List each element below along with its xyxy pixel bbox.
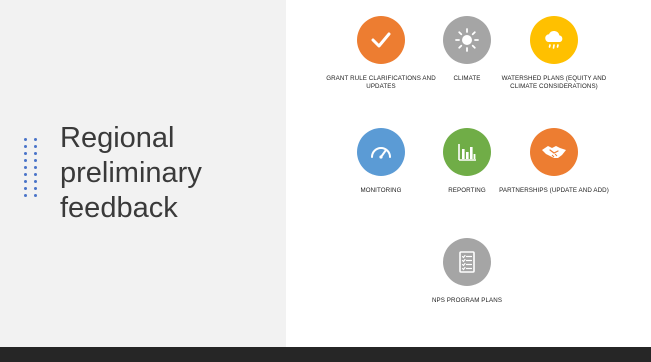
title-panel: Regional preliminary feedback (0, 0, 286, 347)
handshake-icon (530, 128, 578, 176)
slide-title: Regional preliminary feedback (60, 122, 202, 224)
item-watershed-plans: WATERSHED PLANS (EQUITY AND CLIMATE CONS… (494, 16, 614, 91)
item-label: WATERSHED PLANS (EQUITY AND CLIMATE CONS… (501, 75, 607, 90)
item-label: NPS PROGRAM PLANS (431, 297, 503, 304)
gauge-icon (357, 128, 405, 176)
icon-grid-panel: GRANT RULE CLARIFICATIONS AND UPDATES CL… (286, 0, 651, 347)
item-nps-program-plans: NPS PROGRAM PLANS (407, 238, 527, 305)
item-label: PARTNERSHIPS (UPDATE AND ADD) (499, 187, 609, 194)
bar-chart-icon (443, 128, 491, 176)
footer-bar (0, 347, 651, 362)
checkmark-icon (357, 16, 405, 64)
decorative-dot-grid (24, 138, 38, 197)
slide: Regional preliminary feedback GRANT RULE… (0, 0, 651, 362)
checklist-icon (443, 238, 491, 286)
sun-icon (443, 16, 491, 64)
rain-cloud-icon (530, 16, 578, 64)
item-partnerships: PARTNERSHIPS (UPDATE AND ADD) (494, 128, 614, 195)
